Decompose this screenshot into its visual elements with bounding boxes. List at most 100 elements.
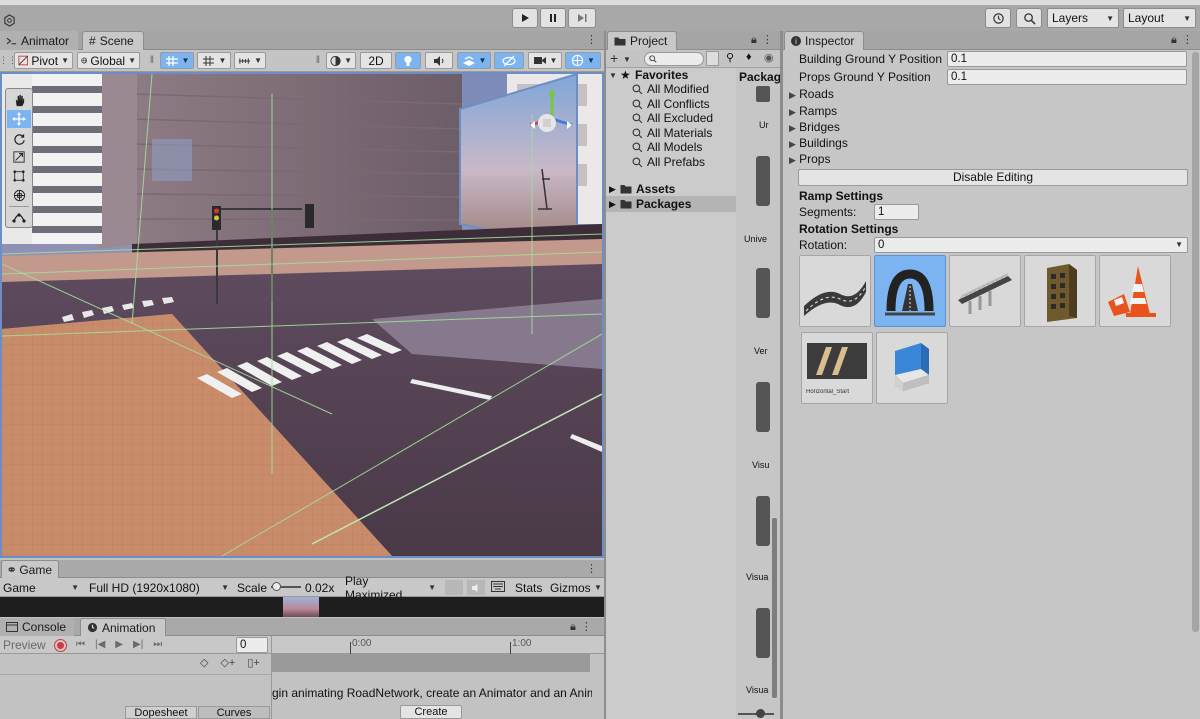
hand-tool[interactable] <box>7 91 31 109</box>
next-key-icon[interactable]: ▶| <box>133 639 143 650</box>
audio-toggle[interactable] <box>467 580 485 595</box>
transform-tool[interactable] <box>7 186 31 204</box>
lighting-toggle[interactable] <box>395 52 421 69</box>
ruler-toggle[interactable]: ▼ <box>234 52 266 69</box>
add-keyframe-icon[interactable]: ◇ <box>200 656 208 669</box>
game-view[interactable] <box>0 597 604 617</box>
search-by-label-icon[interactable]: ⚲ <box>726 51 734 64</box>
grid-scrollbar[interactable] <box>772 518 777 698</box>
props-ground-field[interactable]: 0.1 <box>947 69 1187 85</box>
traffic-cones-thumbnail[interactable] <box>1099 255 1171 327</box>
stats-button[interactable]: Stats <box>515 581 542 595</box>
foldout-roads[interactable]: ▶ Roads <box>789 87 834 101</box>
assets-folder[interactable]: Assets <box>636 182 675 196</box>
road-piece-thumbnail[interactable] <box>799 255 871 327</box>
global-dropdown[interactable]: Global ▼ <box>77 52 140 69</box>
gizmos-dropdown-arrow-icon[interactable]: ▼ <box>594 583 602 592</box>
more-menu-icon[interactable]: ⋮ <box>586 33 602 46</box>
packages-expand-arrow-icon[interactable]: ▶ <box>609 199 616 210</box>
keyboard-icon[interactable] <box>491 581 505 592</box>
package-folder-icon[interactable] <box>756 268 770 318</box>
add-dropdown-arrow-icon[interactable]: ▼ <box>623 55 631 64</box>
resolution-dropdown[interactable]: Full HD (1920x1080) ▼ <box>86 579 232 596</box>
tab-project[interactable]: Project <box>607 31 677 50</box>
tab-animation[interactable]: Animation <box>80 618 166 636</box>
search-by-type-button[interactable] <box>706 51 719 66</box>
more-menu-icon[interactable]: ⋮ <box>586 562 602 575</box>
hidden-objects-toggle[interactable] <box>494 52 524 69</box>
gizmos-button[interactable]: Gizmos <box>550 581 591 595</box>
ramp-thumbnail[interactable] <box>874 255 946 327</box>
favorite-item[interactable]: All Materials <box>632 126 712 140</box>
add-marker-icon[interactable]: ▯+ <box>247 656 259 669</box>
create-button[interactable]: Create <box>400 705 462 719</box>
camera-dropdown[interactable]: ▼ <box>528 52 562 69</box>
packages-folder[interactable]: Packages <box>636 197 691 211</box>
foldout-ramps[interactable]: ▶ Ramps <box>789 104 837 118</box>
favorite-item[interactable]: All Prefabs <box>632 155 705 169</box>
draw-mode-dropdown[interactable]: ▼ <box>326 52 356 69</box>
custom-editor-tool[interactable] <box>7 208 31 226</box>
audio-toggle[interactable] <box>425 52 453 69</box>
frame-field[interactable]: 0 <box>236 637 268 653</box>
history-button[interactable] <box>985 8 1011 28</box>
foldout-props[interactable]: ▶ Props <box>789 152 830 166</box>
scale-slider-thumb[interactable] <box>272 582 281 591</box>
scale-tool[interactable] <box>7 148 31 166</box>
pause-button[interactable] <box>540 8 566 28</box>
foldout-bridges[interactable]: ▶ Bridges <box>789 120 840 134</box>
segments-field[interactable]: 1 <box>874 204 919 220</box>
step-button[interactable] <box>568 8 596 28</box>
lock-and-menu-icons[interactable]: 🔒︎⋮ <box>751 33 778 47</box>
crosswalk-road-thumbnail[interactable]: Horizontal_Start <box>801 332 873 404</box>
package-folder-icon[interactable] <box>756 156 770 206</box>
play-mode-dropdown[interactable]: Play Maximized ▼ <box>342 574 439 602</box>
increment-snap-toggle[interactable]: ▼ <box>197 52 231 69</box>
play-anim-icon[interactable]: ▶ <box>115 639 123 650</box>
mode-2d-toggle[interactable]: 2D <box>360 52 392 69</box>
foldout-buildings[interactable]: ▶ Buildings <box>789 136 848 150</box>
project-search-input[interactable] <box>644 52 704 66</box>
lock-and-menu-icons[interactable]: 🔒︎⋮ <box>1171 33 1198 47</box>
mute-audio-toggle[interactable] <box>445 580 463 595</box>
favorites-collapse-arrow-icon[interactable]: ▼ <box>609 71 617 80</box>
tab-animator[interactable]: Animator <box>0 31 78 50</box>
play-button[interactable] <box>512 8 538 28</box>
eraser-thumbnail[interactable] <box>876 332 948 404</box>
rotation-dropdown[interactable]: 0 ▼ <box>874 237 1188 253</box>
move-tool[interactable] <box>7 110 31 128</box>
save-search-icon[interactable]: ♦ <box>746 51 752 63</box>
unity-logo-icon[interactable] <box>0 10 18 30</box>
favorite-item[interactable]: All Models <box>632 140 702 154</box>
search-button[interactable] <box>1016 8 1042 28</box>
curves-tab[interactable]: Curves <box>198 706 270 719</box>
layout-dropdown[interactable]: Layout ▼ <box>1123 8 1196 28</box>
package-folder-icon[interactable] <box>756 382 770 432</box>
lock-and-menu-icons[interactable]: 🔒︎⋮ <box>570 620 597 634</box>
dopesheet-tab[interactable]: Dopesheet <box>125 706 197 719</box>
dopesheet-summary-track[interactable] <box>272 654 590 672</box>
favorite-item[interactable]: All Excluded <box>632 111 713 125</box>
favorite-item[interactable]: All Modified <box>632 82 709 96</box>
tab-scene[interactable]: # Scene <box>82 31 144 50</box>
grid-snap-toggle[interactable]: ▼ <box>160 52 194 69</box>
prev-key-icon[interactable]: |◀ <box>95 639 105 650</box>
package-folder-icon[interactable] <box>756 496 770 546</box>
add-asset-button[interactable]: + <box>610 50 618 66</box>
favorites-label[interactable]: Favorites <box>635 68 688 82</box>
building-ground-field[interactable]: 0.1 <box>947 51 1187 67</box>
preview-button[interactable]: Preview <box>3 638 46 652</box>
assets-expand-arrow-icon[interactable]: ▶ <box>609 184 616 195</box>
display-dropdown[interactable]: Game ▼ <box>0 579 82 596</box>
pivot-dropdown[interactable]: Pivot ▼ <box>14 52 73 69</box>
effects-toggle[interactable]: ▼ <box>457 52 491 69</box>
scene-viewport[interactable] <box>0 72 604 558</box>
favorite-item[interactable]: All Conflicts <box>632 97 710 111</box>
building-thumbnail[interactable] <box>1024 255 1096 327</box>
first-key-icon[interactable]: ⏮ <box>76 639 85 650</box>
rect-tool[interactable] <box>7 167 31 185</box>
icon-size-slider-thumb[interactable] <box>756 709 765 718</box>
last-key-icon[interactable]: ⏭ <box>153 639 162 650</box>
record-button[interactable] <box>54 639 67 652</box>
rotate-tool[interactable] <box>7 129 31 147</box>
